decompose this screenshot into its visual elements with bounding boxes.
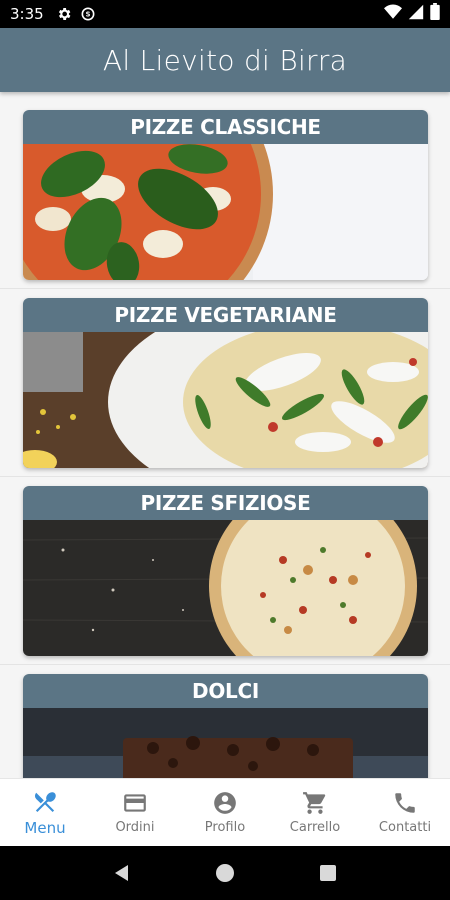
nav-item-contatti[interactable]: Contatti xyxy=(360,779,450,846)
settings-icon xyxy=(56,6,72,22)
category-card-dolci[interactable]: DOLCI xyxy=(23,674,428,778)
vegetarian-pizza-image xyxy=(23,332,428,468)
signal-icon xyxy=(408,4,424,25)
nav-label: Menu xyxy=(24,818,66,837)
back-icon[interactable] xyxy=(110,861,134,885)
recents-icon[interactable] xyxy=(316,861,340,885)
home-icon[interactable] xyxy=(213,861,237,885)
category-title: DOLCI xyxy=(23,674,428,708)
category-card-pizze-sfiziose[interactable]: PIZZE SFIZIOSE xyxy=(23,486,428,656)
nav-label: Profilo xyxy=(204,820,246,835)
category-title: PIZZE CLASSICHE xyxy=(23,110,428,144)
bottom-navigation: Menu Ordini Profilo Carrello Contatti xyxy=(0,778,450,846)
svg-text:S: S xyxy=(85,11,90,19)
category-title: PIZZE VEGETARIANE xyxy=(23,298,428,332)
nav-label: Contatti xyxy=(378,820,432,835)
list-divider xyxy=(0,664,450,665)
app-bar: Al Lievito di Birra xyxy=(0,28,450,92)
credit-card-icon xyxy=(122,790,148,816)
app-title: Al Lievito di Birra xyxy=(102,43,348,77)
battery-icon xyxy=(430,3,440,25)
account-circle-icon xyxy=(212,790,238,816)
menu-categories-list[interactable]: PIZZE CLASSICHE PIZZE VEGETARIANE PIZZE … xyxy=(0,92,450,778)
system-navigation-bar xyxy=(0,846,450,900)
nav-item-carrello[interactable]: Carrello xyxy=(270,779,360,846)
fork-spoon-icon xyxy=(32,789,58,815)
category-card-pizze-vegetariane[interactable]: PIZZE VEGETARIANE xyxy=(23,298,428,468)
nav-item-menu[interactable]: Menu xyxy=(0,779,90,846)
nav-label: Ordini xyxy=(115,820,155,835)
nav-item-ordini[interactable]: Ordini xyxy=(90,779,180,846)
nav-label: Carrello xyxy=(289,820,341,835)
category-title: PIZZE SFIZIOSE xyxy=(23,486,428,520)
wifi-icon xyxy=(384,4,402,25)
special-pizza-image xyxy=(23,520,428,656)
list-divider xyxy=(0,288,450,289)
data-saver-icon: S xyxy=(80,6,96,22)
status-bar: 3:35 S xyxy=(0,0,450,28)
list-divider xyxy=(0,476,450,477)
category-card-pizze-classiche[interactable]: PIZZE CLASSICHE xyxy=(23,110,428,280)
nav-item-profilo[interactable]: Profilo xyxy=(180,779,270,846)
status-time: 3:35 xyxy=(10,5,44,23)
brownie-dessert-image xyxy=(23,708,428,778)
phone-icon xyxy=(392,790,418,816)
margherita-pizza-image xyxy=(23,144,428,280)
shopping-cart-icon xyxy=(302,790,328,816)
